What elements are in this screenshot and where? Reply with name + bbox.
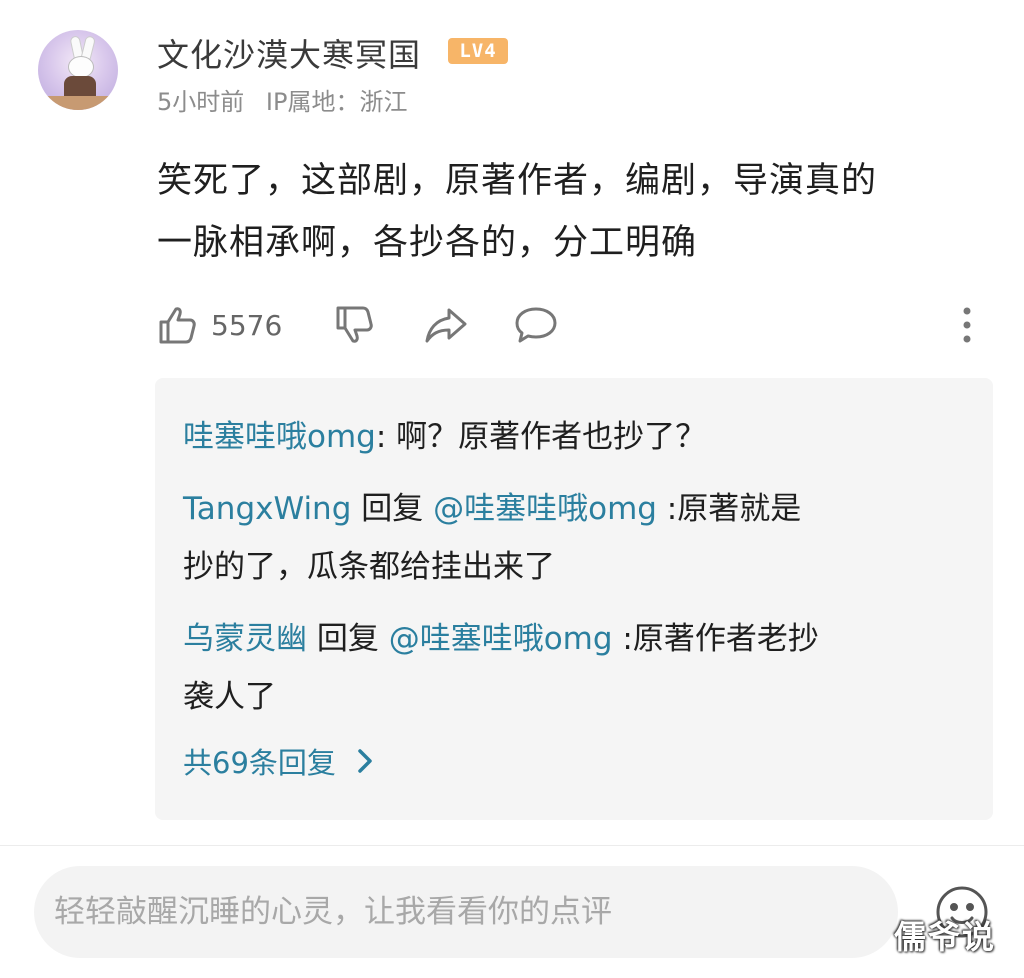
reply-mention[interactable]: @哇塞哇哦omg xyxy=(389,621,613,657)
watermark: 儒爷说 xyxy=(894,918,997,956)
divider xyxy=(0,845,1024,846)
reply-author[interactable]: 哇塞哇哦omg xyxy=(183,419,376,455)
reply-text: :原著作者老抄 xyxy=(612,621,819,657)
thumbs-down-icon xyxy=(336,306,373,343)
comment-time: 5小时前 xyxy=(157,88,245,116)
reply-mention[interactable]: @哇塞哇哦omg xyxy=(433,491,657,527)
reply-separator: : xyxy=(375,419,397,455)
like-count: 5576 xyxy=(211,308,283,342)
reply-author[interactable]: TangxWing xyxy=(183,491,351,527)
like-button[interactable]: 5576 xyxy=(157,300,282,350)
avatar-head xyxy=(68,56,94,78)
dislike-button[interactable] xyxy=(334,300,374,350)
thumbs-up-icon xyxy=(159,307,196,344)
comment-text-line: 一脉相承啊，各抄各的，分工明确 xyxy=(157,223,698,263)
reply-text: :原著就是 xyxy=(656,491,802,527)
comment-icon xyxy=(515,307,557,343)
ip-location: IP属地：浙江 xyxy=(265,88,408,116)
comment-text-line: 笑死了，这部剧，原著作者，编剧，导演真的 xyxy=(157,161,878,201)
reply-item[interactable]: TangxWing 回复 @哇塞哇哦omg :原著就是抄的了，瓜条都给挂出来了 xyxy=(183,480,943,596)
view-all-replies-link[interactable]: 共69条回复 xyxy=(183,740,376,782)
more-vertical-icon xyxy=(963,307,971,343)
comment-input[interactable]: 轻轻敲醒沉睡的心灵，让我看看你的点评 xyxy=(34,866,898,958)
more-options-button[interactable] xyxy=(961,300,973,350)
comment-meta: 5小时前 IP属地：浙江 xyxy=(157,82,407,117)
share-button[interactable] xyxy=(424,300,468,350)
reply-text-cont: 抄的了，瓜条都给挂出来了 xyxy=(183,549,555,585)
view-all-replies-label: 共69条回复 xyxy=(183,746,336,780)
chevron-right-icon xyxy=(358,749,372,773)
reply-word: 回复 xyxy=(351,491,434,527)
comment-button[interactable] xyxy=(514,300,558,350)
level-badge: LV4 xyxy=(448,38,508,64)
reply-word: 回复 xyxy=(307,621,389,657)
reply-author[interactable]: 乌蒙灵幽 xyxy=(183,621,307,657)
reply-text: 啊？原著作者也抄了？ xyxy=(396,419,707,455)
share-icon xyxy=(425,308,467,343)
username[interactable]: 文化沙漠大寒冥国 xyxy=(157,30,421,76)
reply-item[interactable]: 乌蒙灵幽 回复 @哇塞哇哦omg :原著作者老抄袭人了 xyxy=(183,610,943,726)
avatar-ground xyxy=(38,96,118,110)
reply-item[interactable]: 哇塞哇哦omg: 啊？原著作者也抄了？ xyxy=(183,408,943,466)
comment-text: 笑死了，这部剧，原著作者，编剧，导演真的 一脉相承啊，各抄各的，分工明确 xyxy=(157,150,977,274)
avatar[interactable] xyxy=(38,30,118,110)
comment-input-placeholder: 轻轻敲醒沉睡的心灵，让我看看你的点评 xyxy=(54,894,612,930)
reply-text-cont: 袭人了 xyxy=(183,679,276,715)
action-bar: 5576 xyxy=(157,300,987,350)
replies-panel: 哇塞哇哦omg: 啊？原著作者也抄了？ TangxWing 回复 @哇塞哇哦om… xyxy=(155,378,993,820)
